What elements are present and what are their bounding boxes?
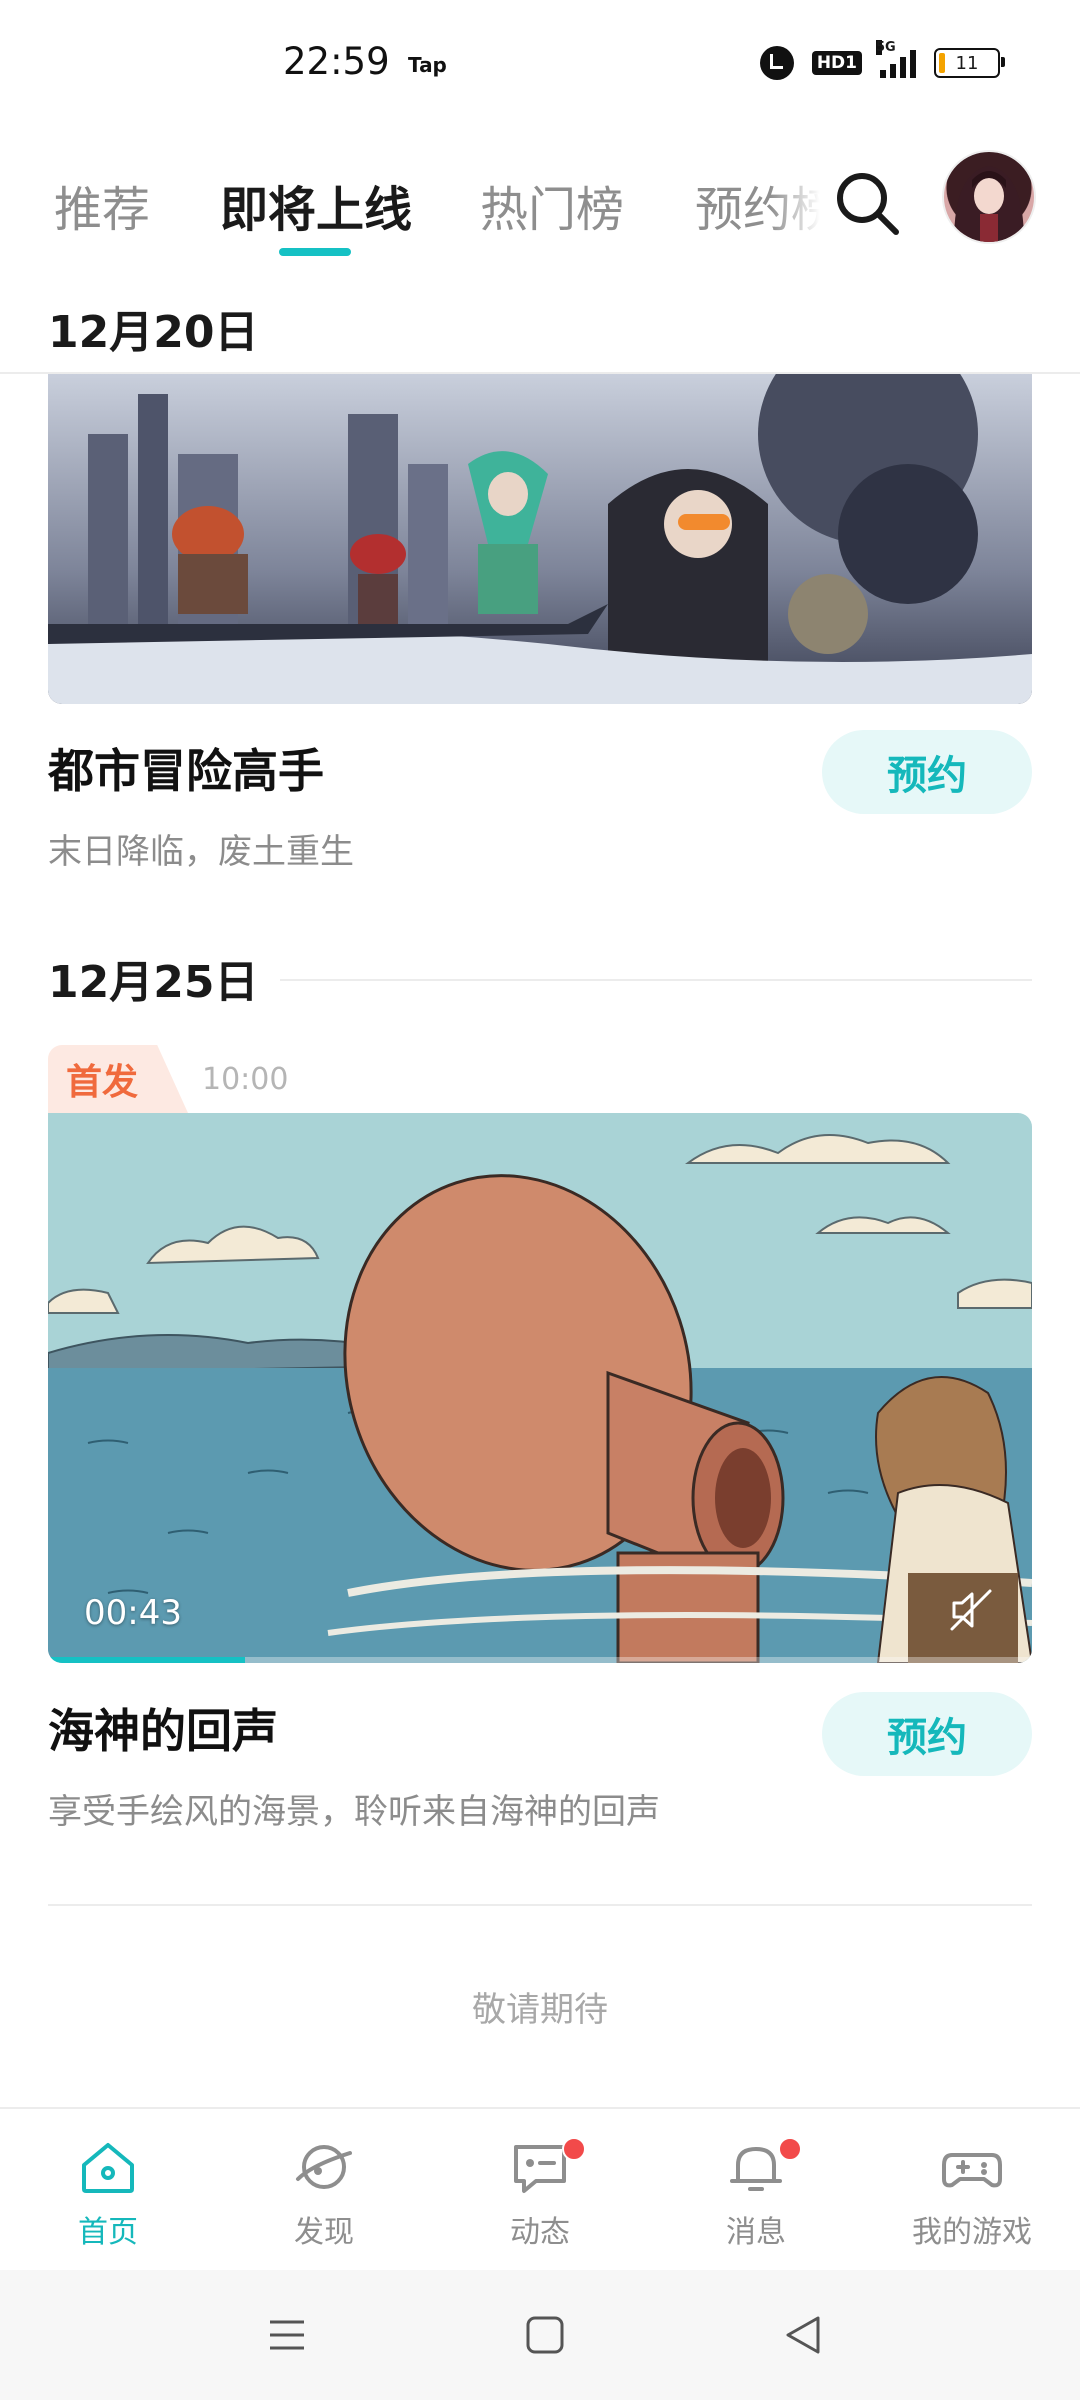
- battery-icon: 11: [934, 48, 1005, 78]
- notification-badge: [562, 2137, 586, 2161]
- game-title[interactable]: 都市冒险高手: [48, 735, 324, 801]
- nav-my-games[interactable]: 我的游戏: [872, 2135, 1072, 2251]
- nav-discover[interactable]: 发现: [224, 2135, 424, 2251]
- bottom-nav: 首页 发现 动态 消息 我的游戏: [0, 2107, 1080, 2271]
- alarm-icon: [759, 46, 794, 80]
- search-icon[interactable]: [828, 164, 908, 244]
- video-progress-bar[interactable]: [48, 1657, 1032, 1663]
- network-type: 5G: [876, 40, 896, 55]
- game-title[interactable]: 海神的回声: [48, 1695, 278, 1761]
- tab-upcoming[interactable]: 即将上线: [220, 170, 412, 240]
- nav-label: 消息: [726, 2215, 786, 2250]
- video-duration: 00:43: [84, 1593, 182, 1633]
- nav-feed[interactable]: 动态: [440, 2135, 640, 2251]
- system-nav-bar: [0, 2270, 1080, 2400]
- battery-level: 11: [955, 52, 979, 74]
- gamepad-icon: [942, 2153, 1002, 2188]
- nav-home[interactable]: 首页: [8, 2135, 208, 2251]
- signal-icon: 5G: [876, 40, 916, 78]
- date-header: 12月20日: [48, 307, 259, 358]
- status-icons: HD1 5G 11: [759, 40, 1005, 80]
- game-description: 享受手绘风的海景，聆听来自海神的回声: [48, 1792, 660, 1832]
- reserve-button[interactable]: 预约: [822, 730, 1032, 814]
- nav-messages[interactable]: 消息: [656, 2135, 856, 2251]
- home-button-icon[interactable]: [522, 2312, 568, 2358]
- game-banner-city-adventure[interactable]: [48, 374, 1032, 704]
- first-release-tag: 首发: [48, 1045, 188, 1113]
- end-of-list-text: 敬请期待: [472, 1990, 608, 2030]
- divider: [48, 1904, 1032, 1906]
- status-time: 22:59: [283, 40, 390, 83]
- tab-hot-chart[interactable]: 热门榜: [480, 170, 624, 240]
- nav-label: 动态: [510, 2215, 570, 2250]
- avatar[interactable]: [942, 150, 1036, 244]
- tab-reservation-chart[interactable]: 预约榜: [695, 170, 820, 240]
- nav-label: 发现: [294, 2215, 354, 2250]
- game-description: 末日降临，废土重生: [48, 832, 354, 872]
- back-icon[interactable]: [780, 2312, 826, 2358]
- divider: [280, 979, 1032, 981]
- notification-badge: [778, 2137, 802, 2161]
- hd-icon: HD1: [811, 51, 862, 75]
- date-header: 12月25日: [48, 957, 259, 1008]
- video-progress-fill: [48, 1657, 245, 1663]
- mute-icon[interactable]: [946, 1585, 996, 1635]
- nav-label: 我的游戏: [912, 2215, 1032, 2250]
- reserve-button[interactable]: 预约: [822, 1692, 1032, 1776]
- tap-indicator: Tap: [408, 53, 447, 77]
- game-video-sea-god[interactable]: 00:43: [48, 1113, 1032, 1663]
- home-icon: [82, 2143, 134, 2193]
- nav-label: 首页: [78, 2215, 138, 2250]
- tab-recommend[interactable]: 推荐: [54, 170, 150, 240]
- menu-icon[interactable]: [264, 2312, 310, 2358]
- status-bar: 22:59 Tap HD1 5G 11: [0, 0, 1080, 130]
- release-time: 10:00: [202, 1062, 289, 1097]
- planet-icon: [296, 2145, 352, 2189]
- active-tab-indicator: [279, 248, 351, 256]
- top-tab-bar: 推荐 即将上线 热门榜 预约榜: [0, 150, 1080, 260]
